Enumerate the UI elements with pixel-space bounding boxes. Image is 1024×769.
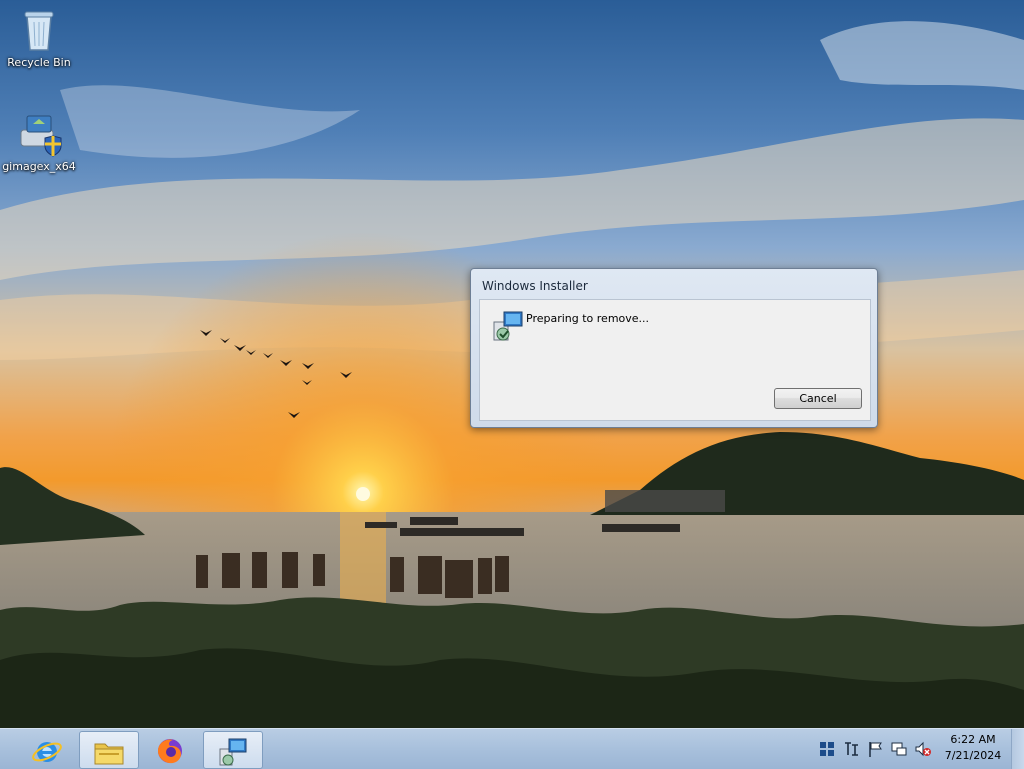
- windows-installer-dialog: Windows Installer Preparing to remove...…: [470, 268, 878, 428]
- windows-installer-icon: [493, 311, 523, 341]
- system-tray: [816, 729, 944, 769]
- show-desktop-button[interactable]: [1011, 729, 1024, 769]
- clock-time: 6:22 AM: [950, 733, 996, 746]
- volume-muted-icon[interactable]: [914, 740, 932, 758]
- taskbar: 6:22 AM 7/21/2024: [0, 728, 1024, 769]
- desktop-icon-recycle-bin[interactable]: Recycle Bin: [1, 6, 77, 69]
- folder-icon: [94, 743, 124, 765]
- gimagex-label: gimagex_x64: [2, 160, 76, 173]
- installer-package-icon: [20, 115, 62, 157]
- firefox-icon: [158, 739, 182, 764]
- status-message: Preparing to remove...: [526, 312, 650, 325]
- system-clock[interactable]: 6:22 AM 7/21/2024: [944, 732, 1002, 764]
- taskbar-windows-installer[interactable]: [203, 731, 263, 769]
- desktop-icon-gimagex[interactable]: gimagex_x64: [1, 110, 77, 173]
- taskbar-firefox[interactable]: [141, 731, 199, 767]
- taskbar-internet-explorer[interactable]: [18, 731, 76, 767]
- dialog-title: Windows Installer: [482, 279, 588, 293]
- taskbar-file-explorer[interactable]: [79, 731, 139, 769]
- clock-date: 7/21/2024: [944, 749, 1002, 762]
- recycle-bin-label: Recycle Bin: [7, 56, 71, 69]
- internet-explorer-icon: [32, 742, 62, 762]
- recycle-bin-icon: [24, 11, 54, 51]
- action-center-icon[interactable]: [818, 740, 836, 758]
- network-icon[interactable]: [890, 740, 908, 758]
- cancel-button[interactable]: Cancel: [774, 388, 862, 409]
- input-method-icon[interactable]: [842, 740, 860, 758]
- dialog-body: Preparing to remove... Cancel: [479, 299, 871, 421]
- windows-installer-icon: [219, 738, 247, 766]
- flag-icon[interactable]: [866, 740, 884, 758]
